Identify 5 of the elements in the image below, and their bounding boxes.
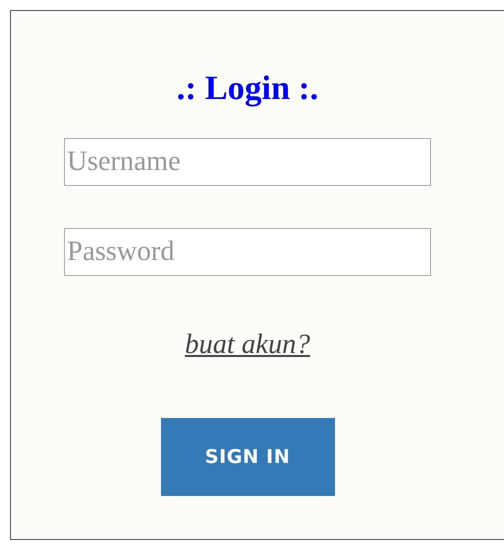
- login-title: .: Login :.: [176, 69, 318, 109]
- create-account-link[interactable]: buat akun?: [184, 324, 310, 366]
- text-field[interactable]: Username: [64, 138, 431, 186]
- sign-in-button[interactable]: SIGN IN: [160, 418, 334, 496]
- text-field[interactable]: Password: [64, 228, 431, 276]
